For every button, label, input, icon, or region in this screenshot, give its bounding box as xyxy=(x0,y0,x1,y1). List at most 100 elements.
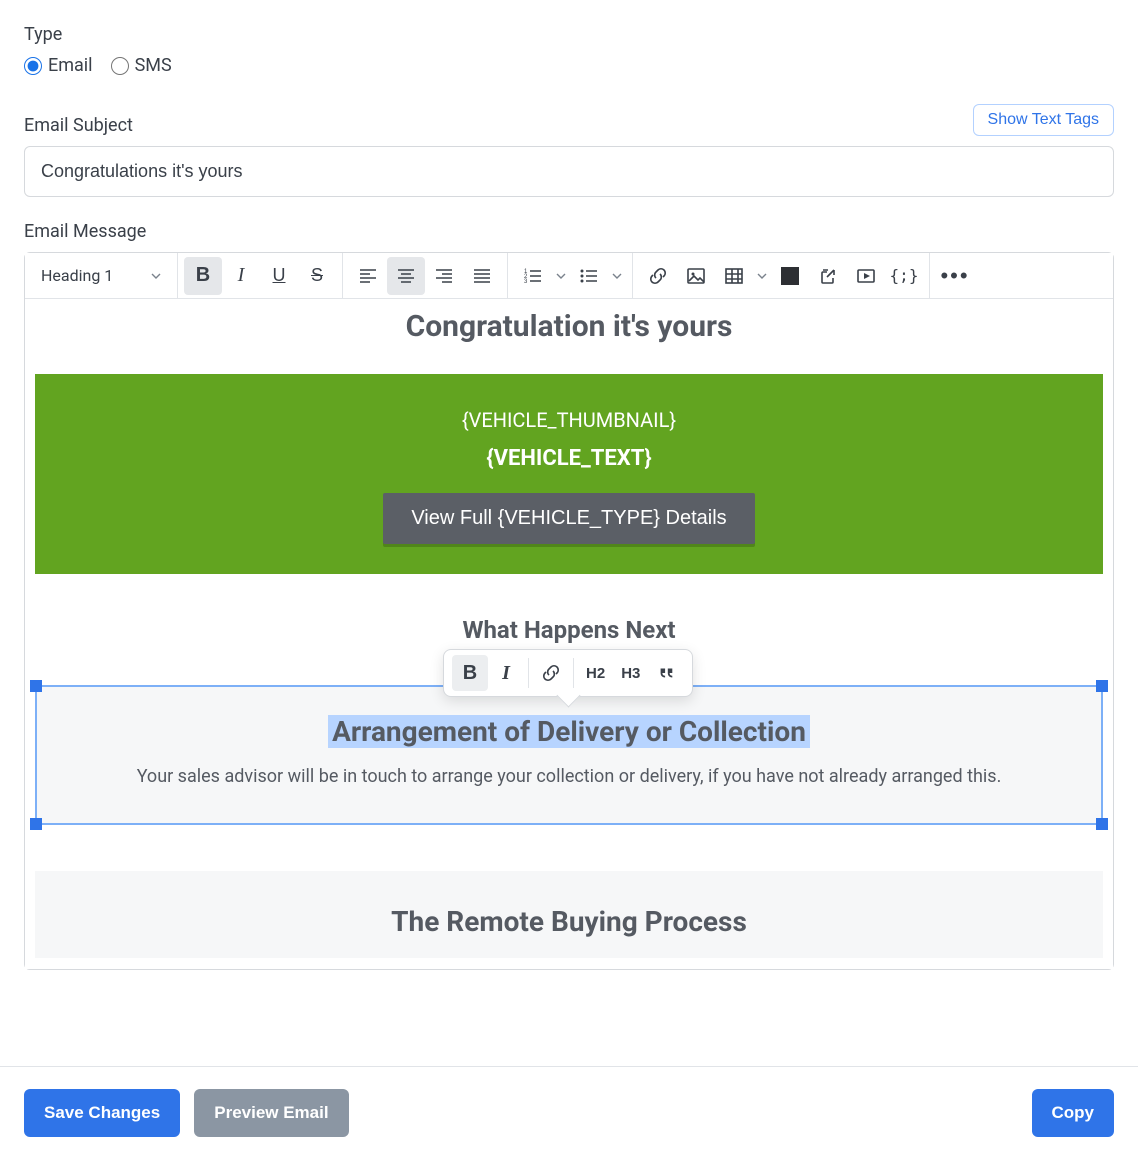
subject-header: Email Subject Show Text Tags xyxy=(24,104,1114,136)
align-left-button[interactable] xyxy=(349,257,387,295)
image-icon xyxy=(686,266,706,286)
resize-handle-top-left[interactable] xyxy=(30,680,42,692)
mini-separator xyxy=(573,658,574,688)
strikethrough-icon: S xyxy=(311,265,323,286)
code-braces-icon: {;} xyxy=(890,266,919,285)
what-happens-next-heading: What Happens Next xyxy=(25,616,1113,644)
code-button[interactable]: {;} xyxy=(885,257,923,295)
italic-icon: I xyxy=(238,264,245,287)
link-icon xyxy=(541,663,561,683)
type-option-label: Email xyxy=(48,55,93,76)
bold-button[interactable]: B xyxy=(184,257,222,295)
toolbar-group-format: B I U S xyxy=(178,253,343,298)
save-changes-button[interactable]: Save Changes xyxy=(24,1089,180,1137)
color-swatch-icon xyxy=(781,267,799,285)
show-text-tags-button[interactable]: Show Text Tags xyxy=(973,104,1114,136)
toolbar-group-heading: Heading 1 xyxy=(25,253,178,298)
email-message-label: Email Message xyxy=(24,221,1114,242)
table-icon xyxy=(724,266,744,286)
italic-icon: I xyxy=(502,662,510,685)
video-button[interactable] xyxy=(847,257,885,295)
unordered-list-combo xyxy=(570,257,626,295)
editor-content[interactable]: Congratulation it's yours {VEHICLE_THUMB… xyxy=(25,299,1113,969)
underline-button[interactable]: U xyxy=(260,257,298,295)
remote-buying-block: The Remote Buying Process xyxy=(35,871,1103,958)
ordered-list-icon: 123 xyxy=(523,266,543,286)
ordered-list-button[interactable]: 123 xyxy=(514,257,552,295)
unordered-list-dropdown[interactable] xyxy=(608,271,626,281)
underline-icon: U xyxy=(273,265,286,286)
link-button[interactable] xyxy=(639,257,677,295)
ordered-list-dropdown[interactable] xyxy=(552,271,570,281)
align-left-icon xyxy=(358,266,378,286)
mini-h2-button[interactable]: H2 xyxy=(578,655,613,691)
type-radio-email[interactable] xyxy=(24,57,42,75)
table-combo xyxy=(715,257,771,295)
type-option-email[interactable]: Email xyxy=(24,55,93,76)
footer-left: Save Changes Preview Email xyxy=(24,1089,349,1137)
vehicle-thumbnail-placeholder: {VEHICLE_THUMBNAIL} xyxy=(35,408,1103,432)
align-center-icon xyxy=(396,266,416,286)
ordered-list-combo: 123 xyxy=(514,257,570,295)
resize-handle-bottom-left[interactable] xyxy=(30,818,42,830)
align-justify-icon xyxy=(472,266,492,286)
more-button[interactable]: ••• xyxy=(936,257,974,295)
type-option-label: SMS xyxy=(135,55,172,76)
table-dropdown[interactable] xyxy=(753,271,771,281)
heading-select[interactable]: Heading 1 xyxy=(31,266,171,285)
image-button[interactable] xyxy=(677,257,715,295)
svg-text:3: 3 xyxy=(524,279,528,285)
type-options: Email SMS xyxy=(24,55,1114,76)
mini-quote-button[interactable] xyxy=(648,655,684,691)
italic-button[interactable]: I xyxy=(222,257,260,295)
more-icon: ••• xyxy=(940,265,969,287)
remote-buying-heading: The Remote Buying Process xyxy=(75,905,1063,938)
align-center-button[interactable] xyxy=(387,257,425,295)
mini-bold-button[interactable]: B xyxy=(452,655,488,691)
chevron-down-icon xyxy=(612,271,622,281)
toolbar-group-insert: {;} xyxy=(633,253,930,298)
toolbar-group-align xyxy=(343,253,508,298)
subject-label: Email Subject xyxy=(24,115,133,136)
type-label: Type xyxy=(24,24,1114,45)
strikethrough-button[interactable]: S xyxy=(298,257,336,295)
open-link-button[interactable] xyxy=(809,257,847,295)
mini-italic-button[interactable]: I xyxy=(488,655,524,691)
bold-icon: B xyxy=(463,662,477,685)
selection-toolbar: B I H2 H3 xyxy=(443,649,693,697)
resize-handle-bottom-right[interactable] xyxy=(1096,818,1108,830)
chevron-down-icon xyxy=(757,271,767,281)
heading-select-label: Heading 1 xyxy=(41,266,113,285)
align-right-icon xyxy=(434,266,454,286)
mini-link-button[interactable] xyxy=(533,655,569,691)
mini-h3-button[interactable]: H3 xyxy=(613,655,648,691)
type-section: Type Email SMS xyxy=(24,24,1114,76)
type-radio-sms[interactable] xyxy=(111,57,129,75)
align-right-button[interactable] xyxy=(425,257,463,295)
type-option-sms[interactable]: SMS xyxy=(111,55,172,76)
unordered-list-button[interactable] xyxy=(570,257,608,295)
editor-toolbar: Heading 1 B I U S xyxy=(25,253,1113,299)
table-button[interactable] xyxy=(715,257,753,295)
copy-button[interactable]: Copy xyxy=(1032,1089,1115,1137)
vehicle-text-placeholder: {VEHICLE_TEXT} xyxy=(35,446,1103,471)
chevron-down-icon xyxy=(556,271,566,281)
arrangement-heading: Arrangement of Delivery or Collection xyxy=(328,715,810,748)
toolbar-group-lists: 123 xyxy=(508,253,633,298)
resize-handle-top-right[interactable] xyxy=(1096,680,1108,692)
email-subject-input[interactable] xyxy=(24,146,1114,197)
unordered-list-icon xyxy=(579,266,599,286)
editor: Heading 1 B I U S xyxy=(24,252,1114,970)
video-icon xyxy=(856,266,876,286)
color-button[interactable] xyxy=(771,257,809,295)
preview-email-button[interactable]: Preview Email xyxy=(194,1089,348,1137)
arrangement-body: Your sales advisor will be in touch to a… xyxy=(57,766,1081,787)
link-icon xyxy=(648,266,668,286)
mini-separator xyxy=(528,658,529,688)
quote-icon xyxy=(657,664,675,682)
footer-bar: Save Changes Preview Email Copy xyxy=(0,1066,1138,1159)
align-justify-button[interactable] xyxy=(463,257,501,295)
chevron-down-icon xyxy=(151,271,161,281)
view-full-details-button[interactable]: View Full {VEHICLE_TYPE} Details xyxy=(383,493,754,544)
external-link-icon xyxy=(818,266,838,286)
